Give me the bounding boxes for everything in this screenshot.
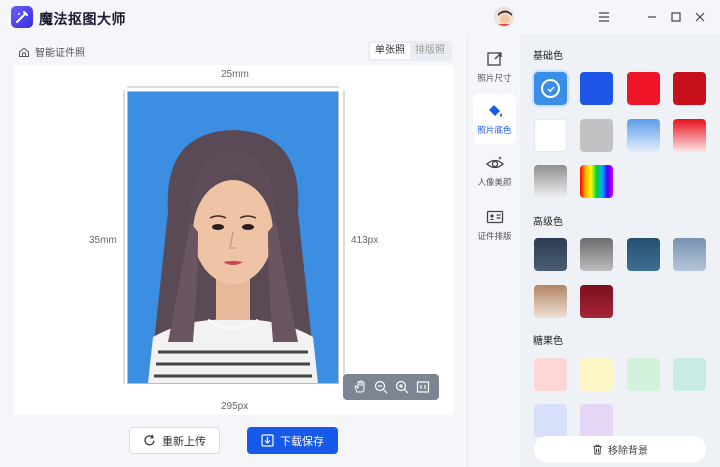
swatch-white[interactable] [534, 119, 567, 152]
height-ruler-right [343, 90, 345, 384]
app-title: 魔法抠图大师 [39, 11, 126, 27]
height-mm-label: 35mm [89, 235, 117, 246]
crop-size-icon [486, 52, 502, 66]
id-photo[interactable] [128, 92, 338, 383]
paint-bucket-icon [488, 105, 502, 117]
swatch-teal-blue[interactable] [627, 238, 660, 271]
breadcrumb[interactable]: 智能证件照 [18, 44, 85, 59]
swatch-burgundy[interactable] [580, 285, 613, 318]
breadcrumb-label: 智能证件照 [35, 48, 85, 59]
swatch-gradient-tan[interactable] [534, 285, 567, 318]
basic-colors-title: 基础色 [533, 51, 563, 62]
zoom-toolbar [343, 374, 439, 400]
home-icon [19, 46, 29, 57]
maximize-icon[interactable] [668, 9, 684, 25]
tab-single-photo[interactable]: 单张照 [370, 43, 410, 59]
app-logo-icon [11, 6, 33, 28]
remove-background-label: 移除背景 [608, 445, 648, 457]
refresh-icon [144, 434, 155, 446]
swatch-gradient-steel[interactable] [580, 238, 613, 271]
user-avatar[interactable] [494, 7, 514, 27]
rail-beauty-label: 人像美颜 [477, 177, 512, 187]
photo-canvas: 25mm 35mm 413px 295px [14, 65, 454, 415]
download-save-button[interactable]: 下载保存 [247, 427, 338, 454]
hand-pan-icon[interactable] [352, 379, 368, 395]
rail-photo-color-label: 照片底色 [477, 125, 512, 135]
close-icon[interactable] [692, 9, 708, 25]
swatch-red[interactable] [627, 72, 660, 105]
swatch-gradient-gray[interactable] [534, 165, 567, 198]
swatch-blue-selected[interactable] [532, 70, 569, 107]
rail-layout-label: 证件排版 [477, 231, 512, 241]
swatch-gradient-blue[interactable] [627, 119, 660, 152]
swatch-gray[interactable] [580, 119, 613, 152]
swatch-candy-yellow[interactable] [580, 358, 613, 391]
rail-photo-size[interactable]: 照片尺寸 [473, 42, 516, 92]
swatch-rainbow[interactable] [580, 165, 613, 198]
zoom-in-icon[interactable] [394, 379, 410, 395]
eye-sparkle-icon [485, 156, 504, 169]
download-icon [261, 434, 274, 447]
swatch-gradient-red[interactable] [673, 119, 706, 152]
trash-icon [593, 444, 602, 454]
rail-layout[interactable]: 证件排版 [473, 200, 516, 250]
width-px-label: 295px [221, 401, 249, 412]
minimize-icon[interactable] [644, 9, 660, 25]
checkmark-icon [541, 79, 560, 98]
width-ruler [127, 86, 339, 88]
height-px-label: 413px [351, 235, 379, 246]
swatch-gray-blue[interactable] [673, 238, 706, 271]
rail-photo-color[interactable]: 照片底色 [473, 94, 516, 144]
swatch-candy-pink[interactable] [534, 358, 567, 391]
swatch-deep-blue[interactable] [580, 72, 613, 105]
width-mm-label: 25mm [221, 69, 249, 80]
title-bar: 魔法抠图大师 [0, 0, 720, 34]
candy-colors-title: 糖果色 [533, 336, 563, 347]
menu-icon[interactable] [596, 9, 612, 25]
color-panel: 基础色 高级色 糖果色 移除背景 [520, 34, 720, 467]
swatch-candy-lavender[interactable] [580, 404, 613, 437]
fit-view-icon[interactable] [415, 379, 431, 395]
swatch-candy-green[interactable] [627, 358, 660, 391]
id-photo-frame [127, 91, 339, 384]
remove-background-button[interactable]: 移除背景 [534, 436, 706, 462]
download-label: 下载保存 [280, 435, 324, 448]
advanced-colors-title: 高级色 [533, 217, 563, 228]
view-mode-switch: 单张照 排版照 [368, 41, 452, 61]
id-card-icon [486, 210, 503, 224]
reupload-label: 重新上传 [162, 435, 206, 448]
reupload-button[interactable]: 重新上传 [129, 427, 220, 454]
swatch-candy-mint[interactable] [673, 358, 706, 391]
rail-photo-size-label: 照片尺寸 [477, 73, 512, 83]
rail-beauty[interactable]: 人像美颜 [473, 146, 516, 196]
tool-rail: 照片尺寸 照片底色 人像美颜 证件排版 [467, 34, 520, 467]
tab-layout-photo[interactable]: 排版照 [410, 43, 450, 59]
swatch-candy-periwinkle[interactable] [534, 404, 567, 437]
swatch-slate[interactable] [534, 238, 567, 271]
zoom-out-icon[interactable] [373, 379, 389, 395]
swatch-dark-red[interactable] [673, 72, 706, 105]
portrait-image [128, 92, 338, 383]
